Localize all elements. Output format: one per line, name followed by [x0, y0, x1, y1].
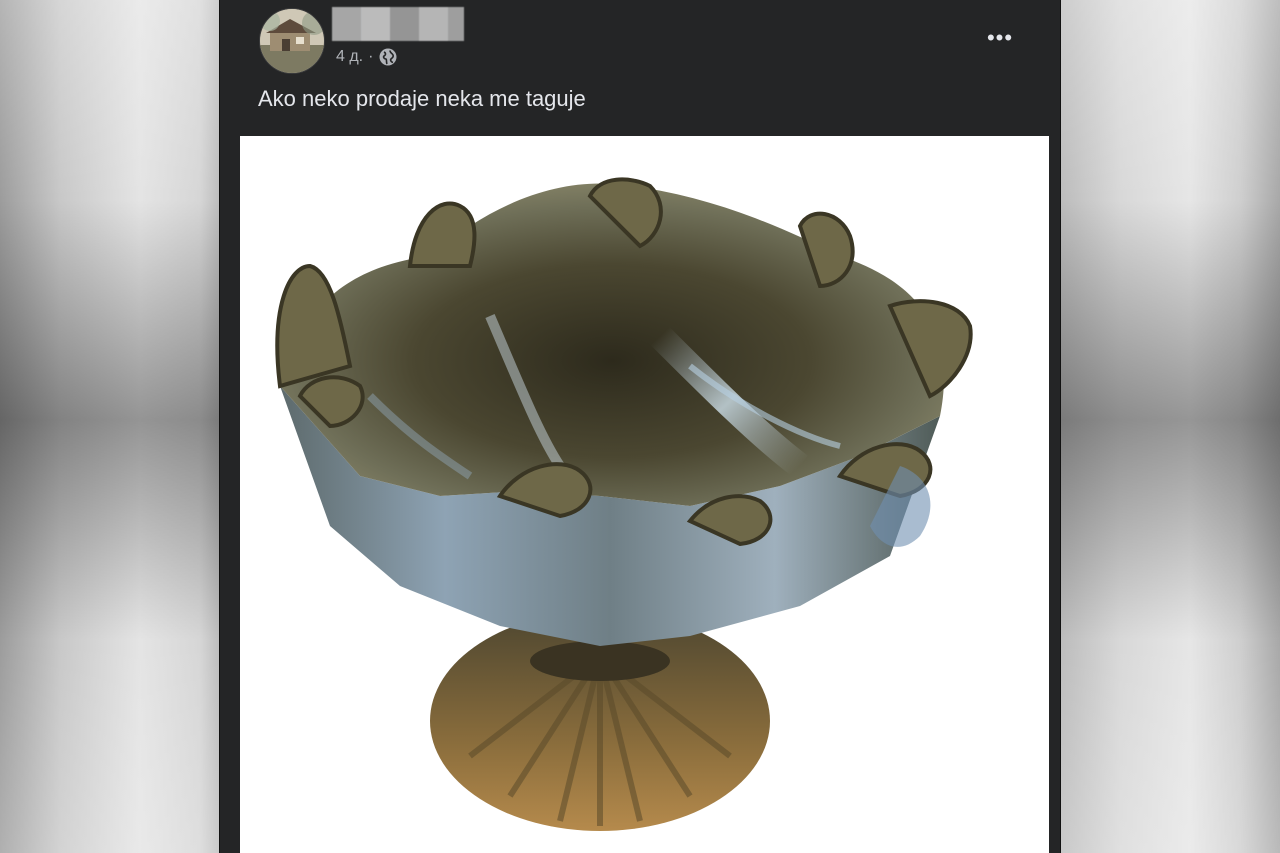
author-name-redacted[interactable] — [332, 7, 464, 41]
post-timestamp[interactable]: 4 д. — [336, 48, 363, 66]
glass-bowl-image — [275, 177, 973, 831]
post-meta: 4 д. · — [336, 47, 398, 67]
globe-icon[interactable] — [378, 47, 398, 67]
avatar[interactable] — [259, 8, 325, 74]
post-caption: Ako neko prodaje neka me taguje — [258, 86, 586, 111]
more-options-icon[interactable]: ••• — [982, 22, 1018, 54]
meta-separator: · — [368, 48, 374, 65]
facebook-post: 4 д. · ••• Ako neko prodaje neka me tagu… — [219, 0, 1061, 853]
post-photo[interactable] — [240, 136, 1049, 853]
